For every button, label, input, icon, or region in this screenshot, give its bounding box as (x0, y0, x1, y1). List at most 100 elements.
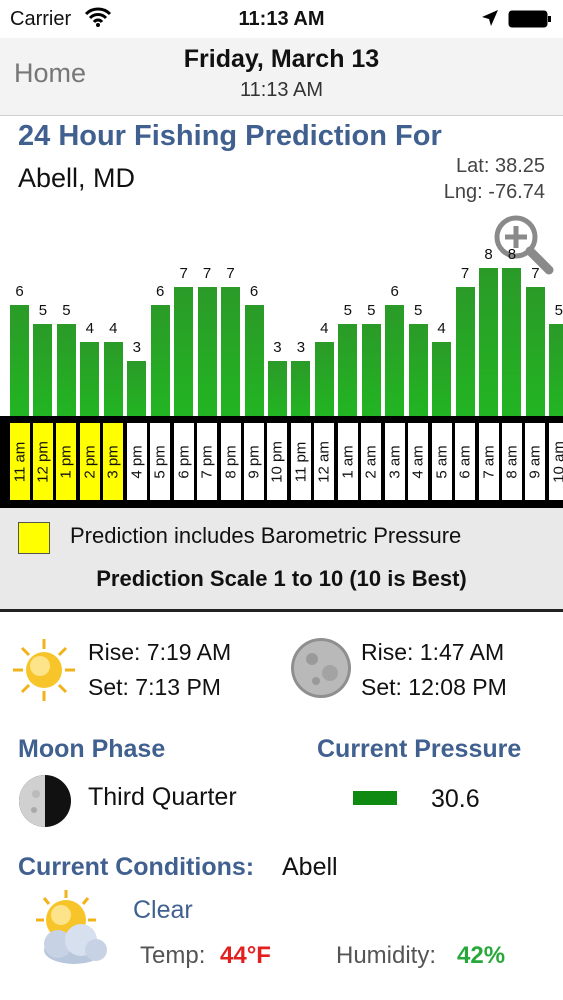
prediction-location: Abell, MD (18, 163, 136, 193)
bar-value-label: 4 (437, 320, 446, 337)
prediction-scale-text: Prediction Scale 1 to 10 (10 is Best) (96, 566, 467, 591)
bar-value-label: 7 (460, 264, 470, 282)
bar-value-label: 7 (202, 264, 212, 282)
prediction-bar (385, 305, 405, 416)
bars-area: 655443677763345565478875 (0, 246, 563, 416)
bar-value-label: 3 (132, 338, 141, 356)
bar-value-label: 4 (320, 320, 329, 337)
hour-label: 11 am (9, 423, 30, 500)
prediction-bar (80, 342, 100, 416)
prediction-bar (56, 323, 76, 416)
prediction-bar (197, 286, 217, 416)
prediction-bar (150, 305, 170, 416)
prediction-bar (361, 323, 381, 416)
moon-icon (291, 638, 351, 698)
barometric-legend-text: Prediction includes Barometric Pressure (70, 523, 462, 548)
hour-label: 8 am (501, 423, 522, 500)
bar-value-label: 8 (507, 246, 517, 263)
temp-label: Temp: (140, 942, 206, 969)
prediction-bar (221, 286, 241, 416)
bar-value-label: 8 (484, 246, 493, 263)
bar-value-label: 6 (15, 283, 24, 300)
prediction-bar (103, 342, 123, 416)
prediction-bar (479, 268, 498, 416)
location-arrow-icon (482, 10, 498, 26)
bar-value-label: 3 (273, 338, 282, 356)
current-conditions-heading: Current Conditions: (18, 853, 255, 881)
hour-label: 3 pm (103, 423, 124, 500)
hour-label: 3 am (384, 423, 405, 500)
hour-label: 7 pm (197, 423, 218, 500)
prediction-bar (267, 360, 287, 416)
humidity-value: 42% (457, 942, 506, 969)
prediction-bar (314, 342, 334, 416)
prediction-bar (502, 268, 522, 416)
conditions-summary: Clear (133, 896, 193, 924)
prediction-bar (291, 360, 311, 416)
status-time: 11:13 AM (238, 8, 325, 30)
hour-label: 9 pm (244, 423, 264, 500)
moon-phase-value: Third Quarter (88, 783, 237, 811)
prediction-bar (455, 286, 475, 416)
hour-label: 7 am (478, 423, 499, 500)
moon-phase-heading: Moon Phase (18, 735, 166, 763)
hour-label: 6 am (455, 423, 476, 500)
hour-label: 4 pm (126, 423, 147, 500)
bar-value-label: 7 (226, 264, 235, 282)
hour-label: 9 am (525, 423, 546, 500)
bar-value-label: 7 (531, 264, 540, 282)
bar-value-label: 6 (390, 283, 399, 300)
prediction-bar (525, 286, 545, 416)
hour-label: 10 am (548, 423, 563, 500)
humidity-label: Humidity: (336, 942, 437, 969)
hour-label: 8 pm (220, 423, 241, 500)
status-bar: Carrier 11:13 AM (0, 0, 563, 38)
hour-label: 1 pm (56, 423, 77, 500)
bar-value-label: 5 (413, 301, 423, 319)
prediction-bar (432, 342, 452, 416)
temp-value: 44°F (220, 942, 271, 969)
bar-value-label: 5 (62, 301, 71, 319)
bar-value-label: 6 (249, 283, 259, 300)
hour-axis: 11 am 12 pm 1 pm 2 pm 3 pm 4 pm 5 pm 6 pm 7 pm 8 … (0, 416, 563, 508)
longitude-label: Lng: -76.74 (443, 181, 545, 203)
hour-label: 4 am (408, 423, 429, 500)
sun-icon (13, 639, 75, 701)
hour-label: 12 am (314, 423, 335, 500)
pressure-value: 30.6 (431, 785, 480, 813)
moonrise-time: Rise: 1:47 AM (361, 639, 505, 665)
partly-cloudy-icon (36, 890, 107, 964)
prediction-title: 24 Hour Fishing Prediction For (18, 120, 442, 152)
prediction-bar (549, 323, 563, 416)
prediction-bar (33, 323, 53, 416)
hour-label: 12 pm (32, 423, 53, 500)
barometric-legend-swatch (18, 522, 50, 554)
bar-value-label: 5 (554, 301, 563, 319)
prediction-bar (244, 305, 264, 416)
prediction-bar (127, 360, 147, 416)
bar-value-label: 7 (179, 264, 188, 282)
prediction-bar (174, 286, 194, 416)
hour-label: 2 pm (79, 423, 100, 500)
sunrise-time: Rise: 7:19 AM (88, 639, 232, 665)
navigation-bar: Home Friday, March 13 11:13 AM (0, 38, 563, 116)
latitude-label: Lat: 38.25 (456, 155, 545, 177)
bar-value-label: 5 (367, 301, 376, 319)
fishing-prediction-chart: 655443677763345565478875 11 am 12 pm 1 pm 2… (0, 246, 563, 508)
hour-label: 6 pm (173, 423, 194, 500)
prediction-bar (408, 323, 428, 416)
bar-value-label: 3 (296, 338, 306, 356)
hour-label: 5 am (431, 423, 452, 500)
bar-value-label: 6 (156, 283, 165, 300)
nav-time: 11:13 AM (239, 79, 324, 101)
nav-date: Friday, March 13 (183, 45, 380, 73)
current-pressure-heading: Current Pressure (317, 735, 522, 763)
sunset-time: Set: 7:13 PM (88, 674, 221, 700)
hour-label: 10 pm (267, 423, 288, 500)
hour-label: 11 pm (290, 423, 311, 500)
battery-icon (508, 10, 551, 28)
bar-value-label: 4 (109, 320, 118, 337)
prediction-bar (10, 305, 29, 416)
prediction-bar (338, 323, 358, 416)
bar-value-label: 5 (343, 301, 352, 319)
